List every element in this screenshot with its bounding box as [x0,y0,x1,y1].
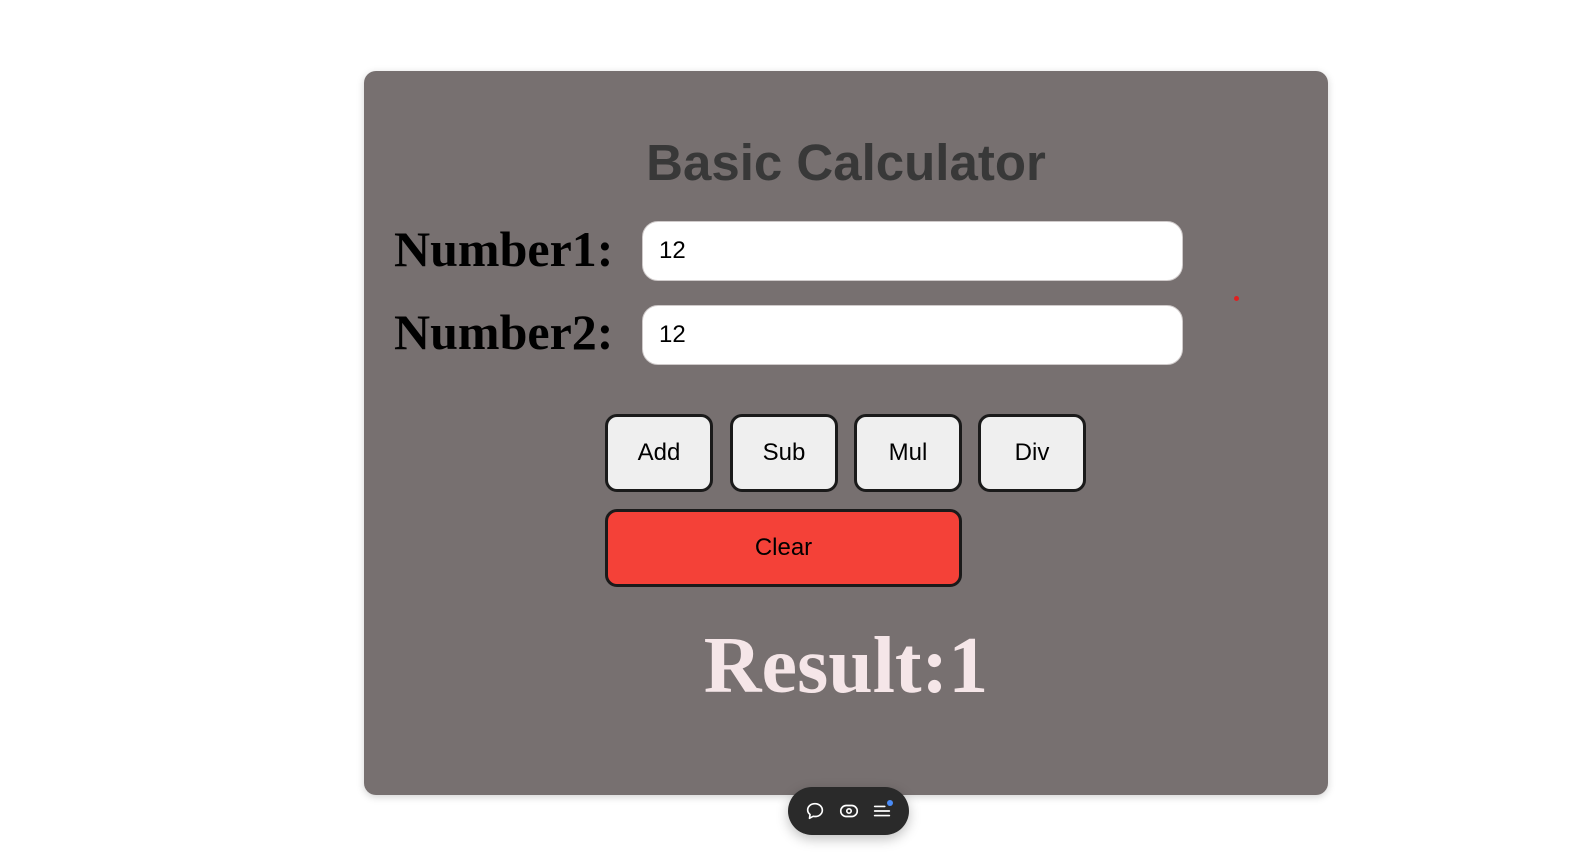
div-button[interactable]: Div [978,414,1086,492]
number1-label: Number1: [394,221,614,277]
result-display: Result:1 [703,622,989,710]
mul-button[interactable]: Mul [854,414,962,492]
page-title: Basic Calculator [646,134,1046,191]
number1-input[interactable] [642,221,1183,281]
sub-button[interactable]: Sub [730,414,838,492]
number2-input[interactable] [642,305,1183,365]
notification-dot [886,800,893,806]
page: Basic Calculator Number1: Number2: Add S… [0,0,1588,865]
number2-label: Number2: [394,304,614,360]
eye-icon[interactable] [837,799,861,823]
add-button[interactable]: Add [605,414,713,492]
calculator-card: Basic Calculator Number1: Number2: Add S… [364,71,1328,795]
clear-button[interactable]: Clear [605,509,962,587]
cursor-dot [1234,296,1239,301]
list-icon[interactable] [870,799,894,823]
floating-toolbar [788,787,909,835]
chat-bubble-icon[interactable] [803,799,827,823]
